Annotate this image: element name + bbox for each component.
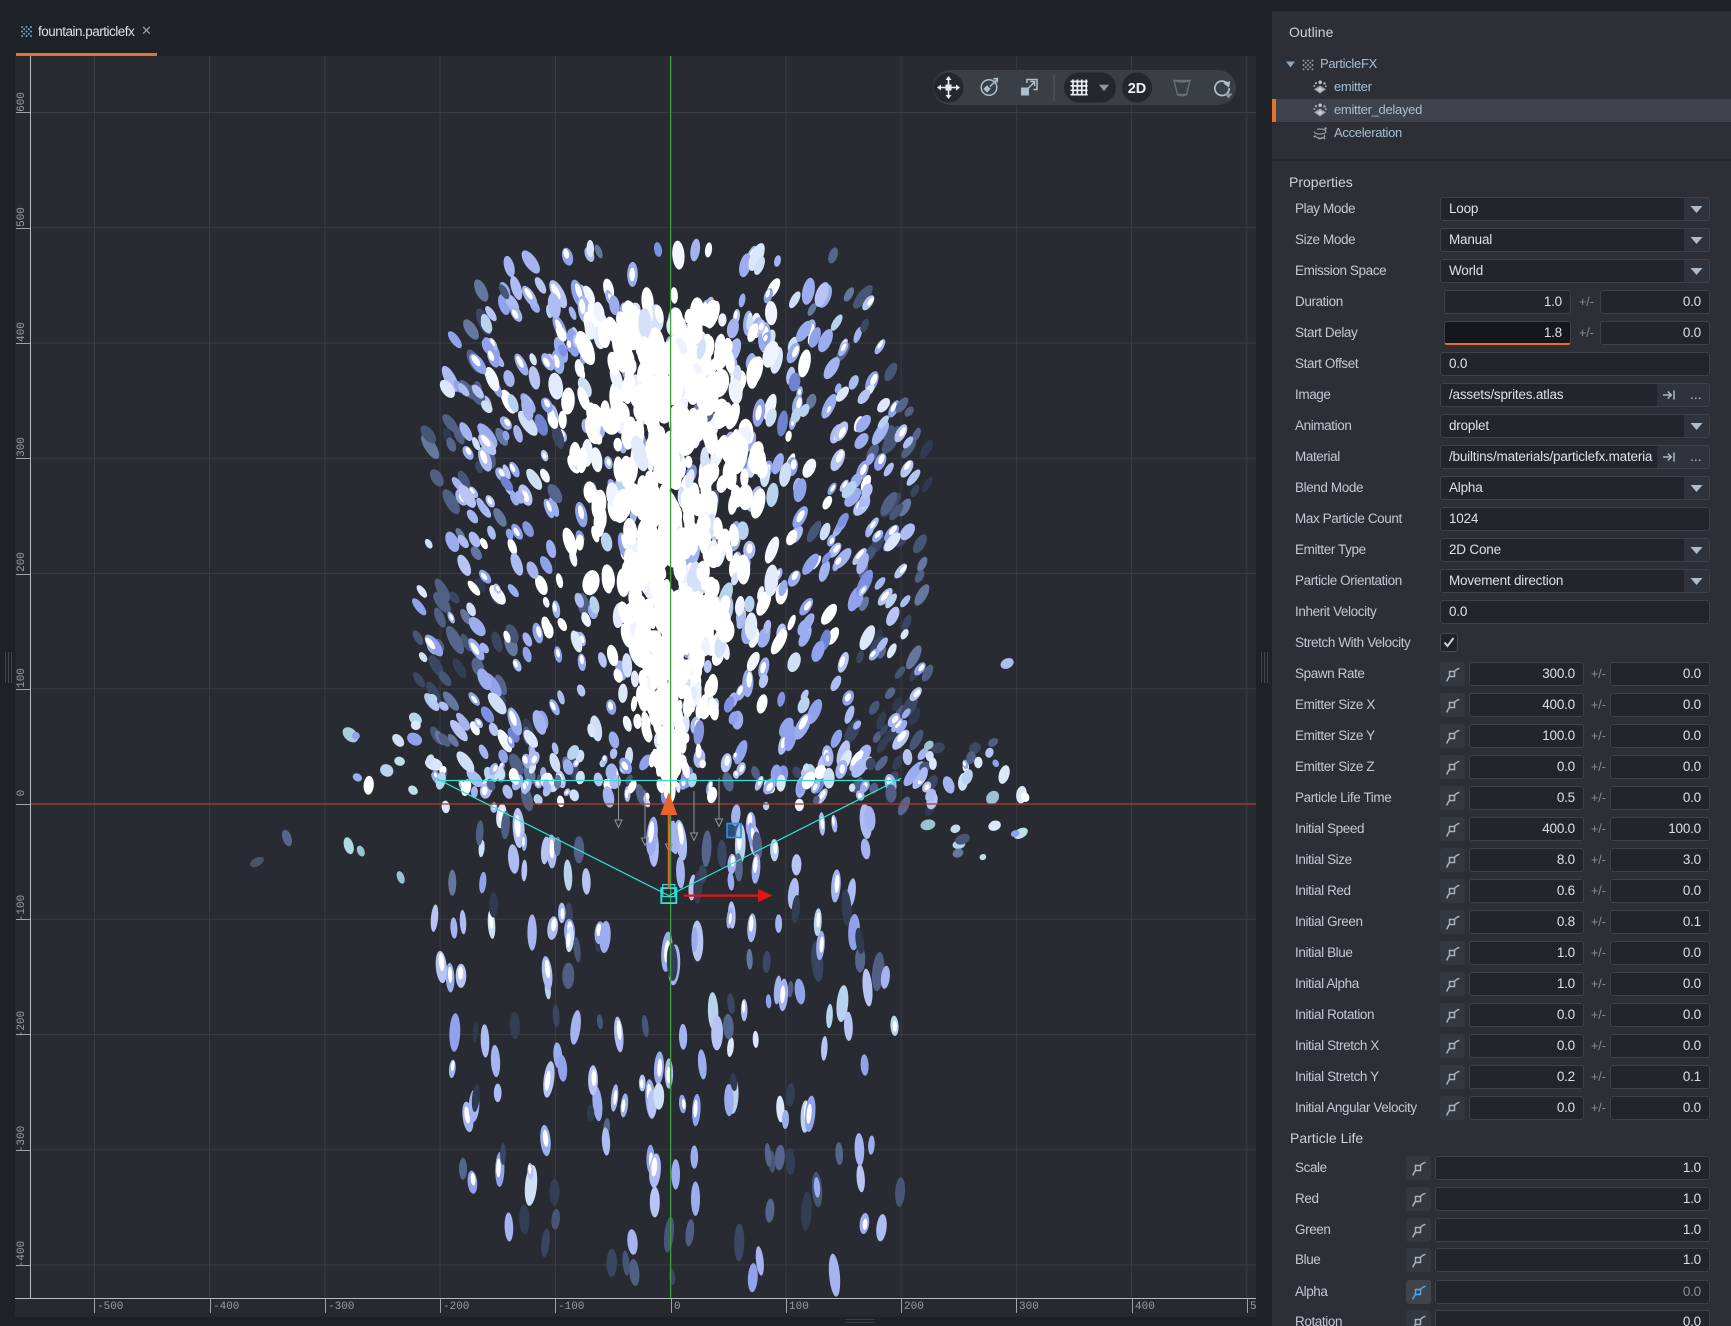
svg-text:...: ... xyxy=(1690,448,1702,464)
svg-text:...: ... xyxy=(1690,386,1702,402)
svg-text:2D: 2D xyxy=(1128,81,1147,97)
